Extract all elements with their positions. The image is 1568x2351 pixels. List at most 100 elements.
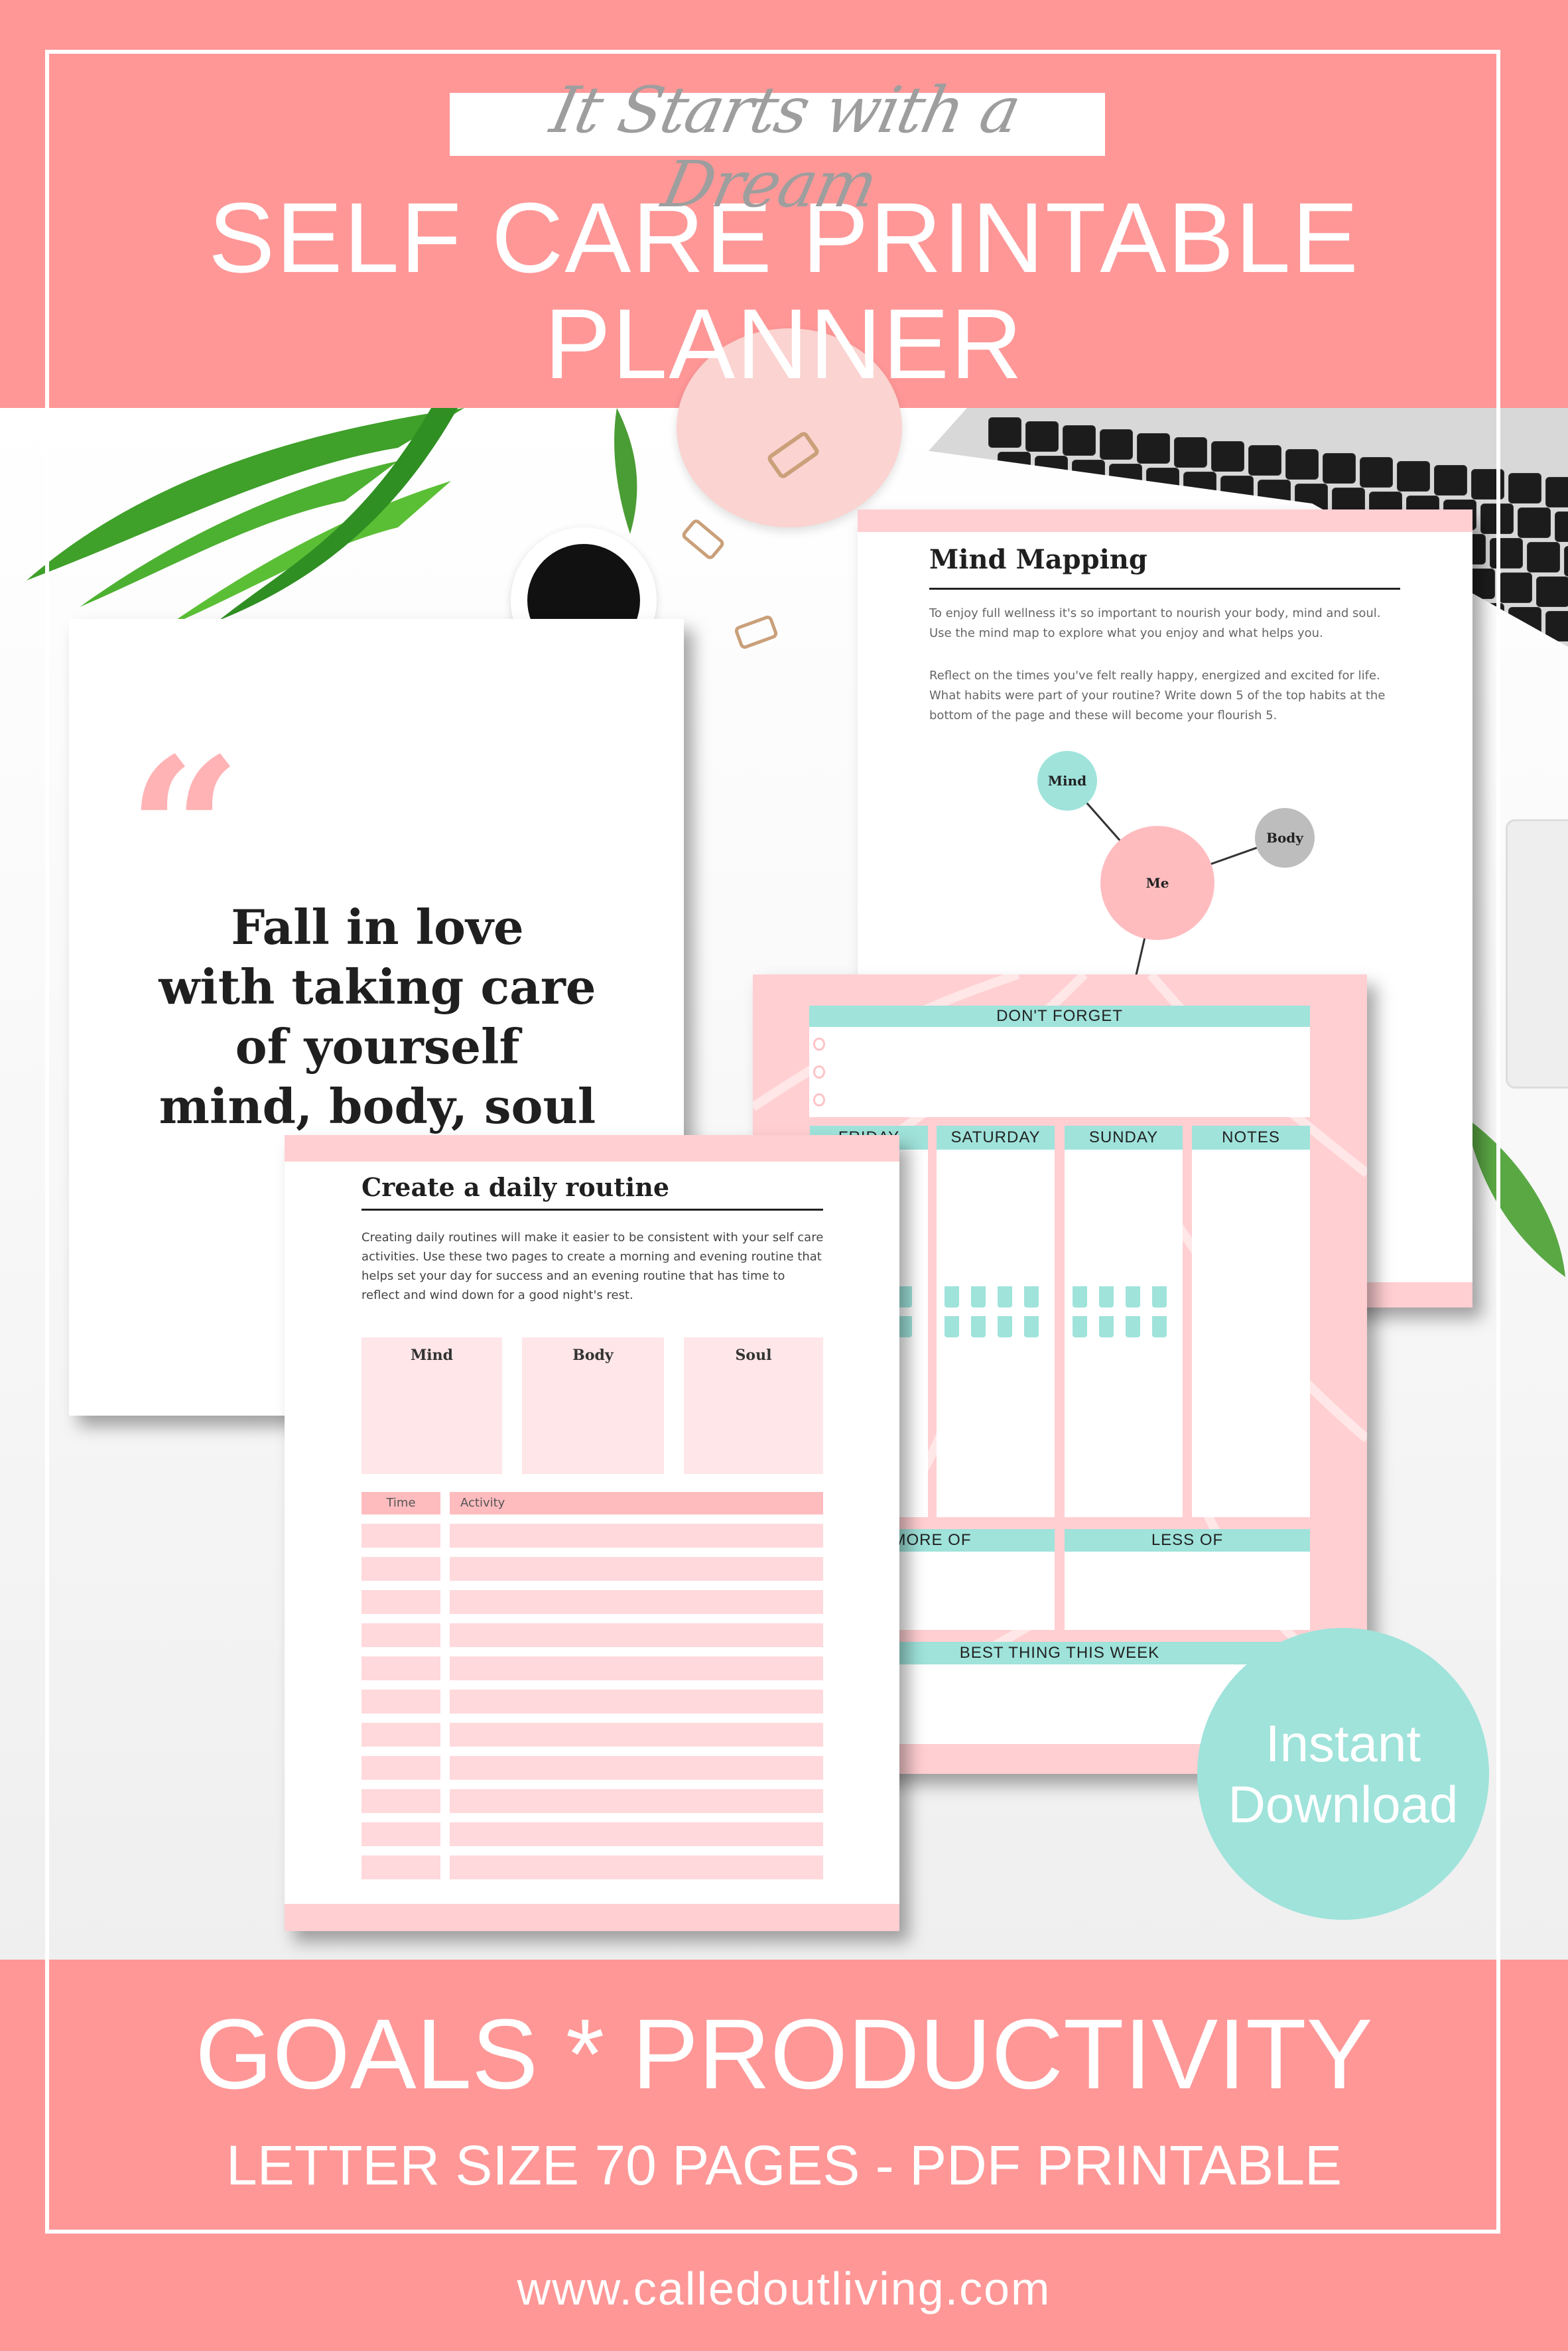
keyboard-key [988,417,1021,448]
keyboard-key [1248,445,1281,476]
keyboard-key [1508,473,1541,504]
water-glass-icon[interactable] [945,1286,959,1308]
keyboard-key [1545,477,1568,507]
water-glass-icon[interactable] [971,1316,986,1337]
water-glass-icon[interactable] [897,1316,912,1337]
time-header: Time [361,1492,440,1514]
time-cell[interactable] [361,1723,440,1747]
soul-box: Soul [684,1337,823,1474]
keyboard-key [1323,453,1356,484]
time-cell[interactable] [361,1656,440,1680]
footer-tagline: GOALS * PRODUCTIVITY [195,1998,1373,2110]
water-glass-icon[interactable] [1126,1286,1140,1308]
activity-cell[interactable] [450,1789,823,1813]
footer-subline: LETTER SIZE 70 PAGES - PDF PRINTABLE [226,2134,1342,2196]
water-glass-icon[interactable] [1152,1316,1167,1337]
water-glass-icon[interactable] [1024,1316,1039,1337]
body-node: Body [1255,808,1315,868]
keyboard-key [1035,456,1068,486]
time-cell[interactable] [361,1822,440,1846]
water-glass-icon[interactable] [1073,1316,1087,1337]
water-glass-icon[interactable] [998,1286,1012,1308]
keyboard-key [1471,469,1504,500]
notebook [1506,819,1568,1089]
quote-line: mind, body, soul [159,1078,596,1134]
time-cell[interactable] [361,1690,440,1713]
day-header-notes: NOTES [1192,1126,1310,1150]
keyboard-key [1137,433,1170,464]
activity-cell[interactable] [450,1723,823,1747]
time-cell[interactable] [361,1590,440,1614]
day-box [1192,1150,1310,1517]
water-glass-icon[interactable] [1024,1286,1039,1308]
activity-cell[interactable] [450,1756,823,1780]
quote-line: with taking care [159,959,596,1015]
activity-cell[interactable] [450,1822,823,1846]
activity-header: Activity [450,1492,823,1514]
keyboard-key [1220,476,1254,506]
keyboard-key [1146,468,1179,498]
keyboard-key [1527,542,1560,572]
activity-cell[interactable] [450,1557,823,1581]
daily-routine-page: Create a daily routine Creating daily ro… [285,1135,899,1931]
keyboard-key [1360,457,1393,488]
water-glass-icon[interactable] [897,1286,912,1308]
activity-cell[interactable] [450,1623,823,1647]
keyboard-key [1100,429,1133,460]
activity-cell[interactable] [450,1590,823,1614]
activity-cell[interactable] [450,1656,823,1680]
keyboard-key [1258,480,1291,510]
keyboard-key [1434,465,1467,496]
keyboard-key [1508,607,1541,638]
keyboard-key [1490,538,1523,569]
keyboard-key [1063,425,1096,456]
keyboard-key [1536,576,1568,607]
activity-cell[interactable] [450,1690,823,1713]
green-leaf-decoration [1466,1118,1565,1277]
me-node: Me [1100,826,1214,940]
dont-forget-box [809,1027,1310,1117]
water-glass-icon[interactable] [971,1286,986,1308]
page-bottom-band [285,1904,899,1931]
bullet-circle-icon [813,1093,825,1107]
time-cell[interactable] [361,1789,440,1813]
keyboard-key [1480,504,1514,534]
water-glass-icon[interactable] [945,1316,959,1337]
keyboard-key [1518,507,1551,538]
keyboard-key [1025,421,1059,452]
time-cell[interactable] [361,1623,440,1647]
keyboard-key [1072,460,1105,490]
activity-cell[interactable] [450,1855,823,1879]
water-glass-icon[interactable] [1152,1286,1167,1308]
time-cell[interactable] [361,1557,440,1581]
keyboard-key [1555,511,1568,542]
badge-line-2: Download [1228,1775,1459,1834]
water-glass-icon[interactable] [1099,1286,1114,1308]
mind-box: Mind [361,1337,502,1474]
keyboard-key [1545,611,1568,641]
less-of-box [1065,1552,1310,1630]
bullet-circle-icon [813,1065,825,1079]
water-glass-icon[interactable] [1073,1286,1087,1308]
bullet-circle-icon [813,1038,825,1051]
activity-cell[interactable] [450,1524,823,1548]
script-tagline: It Starts with a Dream [545,73,1026,222]
water-glass-icon[interactable] [1126,1316,1140,1337]
time-cell[interactable] [361,1855,440,1879]
water-glass-icon[interactable] [998,1316,1012,1337]
quote-line: Fall in love [231,899,524,955]
routine-title: Create a daily routine [361,1172,670,1202]
day-header-sunday: SUNDAY [1065,1126,1183,1150]
keyboard-key [1174,437,1207,468]
title-line-2: PLANNER [544,288,1024,399]
website-link[interactable]: www.calledoutliving.com [0,2262,1568,2315]
time-cell[interactable] [361,1756,440,1780]
body-box: Body [522,1337,664,1474]
keyboard-key [1211,441,1244,472]
time-cell[interactable] [361,1524,440,1548]
title-underline [361,1209,823,1211]
quote-line: of yourself [235,1018,520,1075]
water-glass-icon[interactable] [1099,1316,1114,1337]
day-header-saturday: SATURDAY [937,1126,1055,1150]
badge-line-1: Instant [1265,1714,1421,1773]
